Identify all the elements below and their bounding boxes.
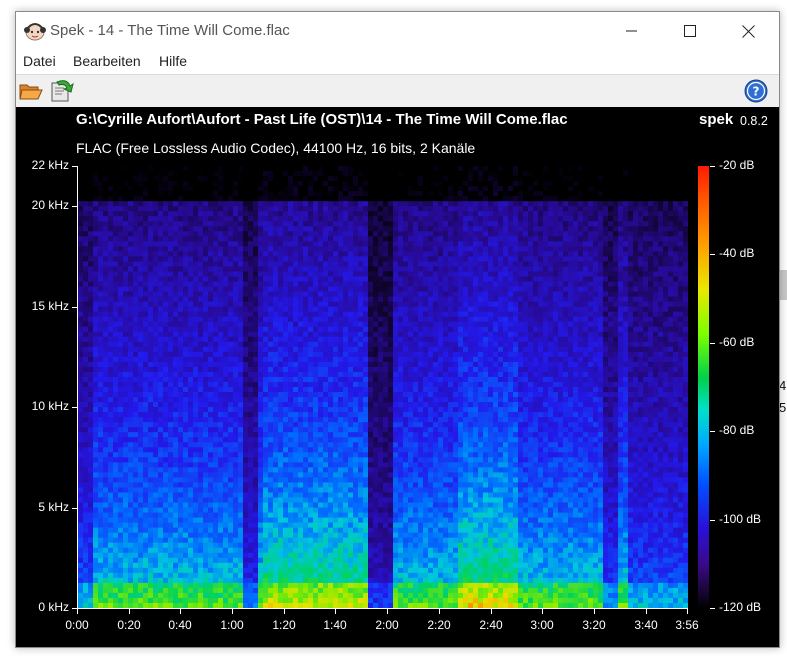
- frequency-tick-label: 22 kHz: [31, 158, 69, 172]
- maximize-button[interactable]: [667, 12, 713, 50]
- db-tick-mark: [710, 608, 715, 609]
- time-tick-mark: [439, 609, 440, 614]
- spectrogram-image: [78, 166, 688, 608]
- file-path: G:\Cyrille Aufort\Aufort - Past Life (OS…: [76, 111, 568, 128]
- menu-datei[interactable]: Datei: [23, 53, 56, 69]
- background-text-fragment: 47: [779, 378, 787, 393]
- save-arrow-icon: [51, 80, 74, 102]
- version-label: 0.8.2: [740, 114, 768, 128]
- time-tick-mark: [77, 609, 78, 614]
- db-tick-label: -100 dB: [719, 512, 762, 526]
- close-button[interactable]: [725, 12, 771, 50]
- db-tick-mark: [710, 431, 715, 432]
- help-icon: ?: [744, 79, 768, 103]
- db-tick-mark: [710, 343, 715, 344]
- menu-hilfe[interactable]: Hilfe: [159, 53, 187, 69]
- db-tick-label: -80 dB: [719, 423, 755, 437]
- spectrogram-canvas: G:\Cyrille Aufort\Aufort - Past Life (OS…: [16, 107, 779, 647]
- svg-text:?: ?: [753, 85, 760, 99]
- frequency-tick-label: 20 kHz: [31, 198, 69, 212]
- minimize-icon: [626, 30, 637, 32]
- frequency-tick-label: 15 kHz: [31, 299, 69, 313]
- frequency-tick-mark: [72, 508, 77, 509]
- frequency-tick-label: 5 kHz: [38, 500, 69, 514]
- frequency-tick-label: 10 kHz: [31, 399, 69, 413]
- time-tick-label: 2:40: [479, 618, 503, 632]
- frequency-tick-mark: [72, 206, 77, 207]
- time-tick-label: 3:20: [582, 618, 606, 632]
- time-tick-mark: [232, 609, 233, 614]
- time-tick-label: 3:56: [675, 618, 699, 632]
- time-tick-mark: [491, 609, 492, 614]
- maximize-icon: [684, 25, 696, 37]
- time-tick-label: 3:00: [530, 618, 554, 632]
- menu-bar: Datei Bearbeiten Hilfe: [16, 50, 779, 74]
- time-tick-mark: [335, 609, 336, 614]
- minimize-button[interactable]: [609, 12, 655, 50]
- open-file-button[interactable]: [18, 78, 44, 104]
- time-tick-mark: [387, 609, 388, 614]
- toolbar: ?: [16, 74, 779, 107]
- time-tick-mark: [687, 609, 688, 614]
- db-tick-label: -60 dB: [719, 335, 755, 349]
- time-tick-mark: [594, 609, 595, 614]
- db-tick-label: -120 dB: [719, 600, 762, 614]
- time-tick-mark: [284, 609, 285, 614]
- spek-app-icon: [24, 21, 46, 41]
- time-tick-label: 2:00: [375, 618, 399, 632]
- time-tick-label: 0:40: [168, 618, 192, 632]
- frequency-tick-mark: [72, 407, 77, 408]
- time-tick-label: 0:20: [117, 618, 141, 632]
- close-icon: [741, 24, 755, 38]
- brand-label: spek: [699, 111, 734, 128]
- file-info: FLAC (Free Lossless Audio Codec), 44100 …: [76, 140, 476, 156]
- save-button[interactable]: [49, 78, 75, 104]
- frequency-tick-mark: [72, 166, 77, 167]
- time-tick-label: 3:40: [634, 618, 658, 632]
- background-text-fragment: 5: [779, 400, 787, 415]
- time-tick-mark: [129, 609, 130, 614]
- title-bar[interactable]: Spek - 14 - The Time Will Come.flac: [16, 12, 779, 50]
- db-tick-label: -20 dB: [719, 158, 755, 172]
- menu-bearbeiten[interactable]: Bearbeiten: [73, 53, 141, 69]
- db-tick-mark: [710, 520, 715, 521]
- spek-window: Spek - 14 - The Time Will Come.flac Date…: [15, 11, 780, 648]
- time-tick-mark: [646, 609, 647, 614]
- db-tick-mark: [710, 254, 715, 255]
- time-tick-label: 0:00: [65, 618, 89, 632]
- frequency-tick-mark: [72, 307, 77, 308]
- db-tick-mark: [710, 166, 715, 167]
- time-tick-label: 1:00: [220, 618, 244, 632]
- time-tick-label: 1:40: [323, 618, 347, 632]
- time-tick-label: 2:20: [427, 618, 451, 632]
- db-tick-label: -40 dB: [719, 246, 755, 260]
- frequency-tick-label: 0 kHz: [38, 600, 69, 614]
- time-tick-label: 1:20: [272, 618, 296, 632]
- open-folder-icon: [19, 84, 43, 100]
- spectrogram-plot: [77, 166, 688, 609]
- window-title: Spek - 14 - The Time Will Come.flac: [50, 22, 290, 39]
- db-colorbar: [698, 166, 709, 608]
- time-tick-mark: [180, 609, 181, 614]
- time-tick-mark: [542, 609, 543, 614]
- help-button[interactable]: ?: [743, 78, 769, 104]
